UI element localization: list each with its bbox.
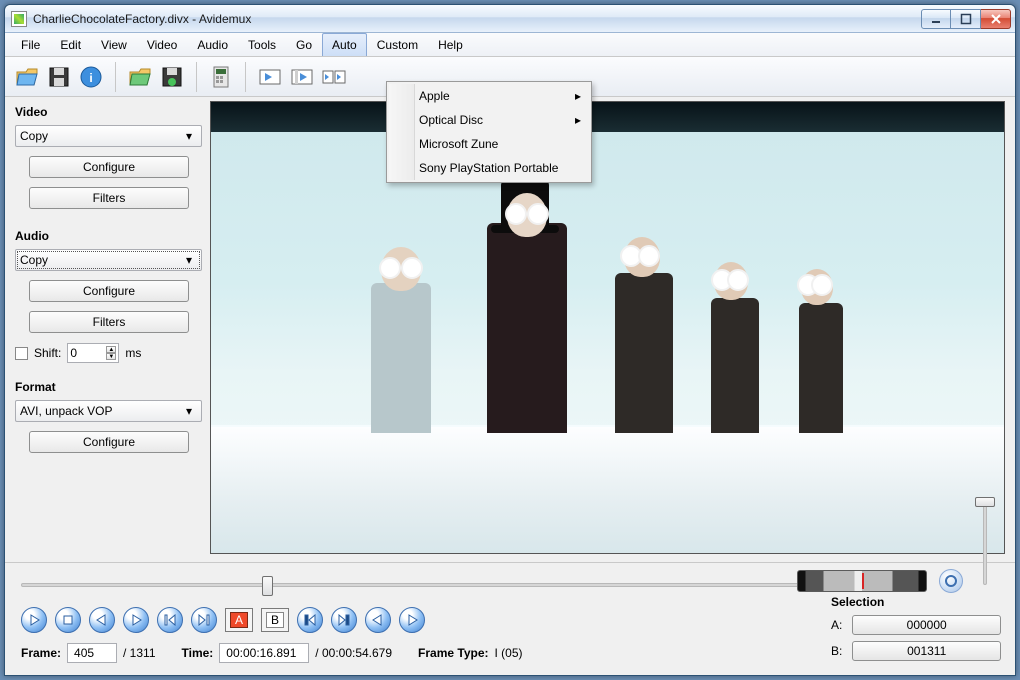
- chevron-down-icon: ▾: [181, 404, 197, 418]
- output-preview-icon[interactable]: [288, 63, 316, 91]
- seek-thumb[interactable]: [262, 576, 273, 596]
- dropdown-item-sony-playstation-portable[interactable]: Sony PlayStation Portable: [389, 156, 589, 180]
- next-keyframe-button[interactable]: [191, 607, 217, 633]
- video-codec-combo[interactable]: Copy ▾: [15, 125, 202, 147]
- stop-button[interactable]: [55, 607, 81, 633]
- save-icon[interactable]: [45, 63, 73, 91]
- input-preview-icon[interactable]: [256, 63, 284, 91]
- play-button[interactable]: [21, 607, 47, 633]
- menu-file[interactable]: File: [11, 33, 50, 56]
- open-icon[interactable]: [13, 63, 41, 91]
- jog-wheel[interactable]: [797, 570, 927, 592]
- time-total: / 00:00:54.679: [315, 646, 392, 660]
- video-preview[interactable]: [210, 101, 1005, 554]
- titlebar: CharlieChocolateFactory.divx - Avidemux: [5, 5, 1015, 33]
- menu-video[interactable]: Video: [137, 33, 187, 56]
- video-configure-button[interactable]: Configure: [29, 156, 189, 178]
- time-label: Time:: [182, 646, 214, 660]
- menu-tools[interactable]: Tools: [238, 33, 286, 56]
- prev-keyframe-button[interactable]: [157, 607, 183, 633]
- seek-slider[interactable]: [21, 583, 799, 587]
- video-codec-value: Copy: [20, 129, 48, 143]
- window-title: CharlieChocolateFactory.divx - Avidemux: [33, 12, 921, 26]
- selection-a-label: A:: [831, 618, 842, 632]
- goto-marker-a-button[interactable]: [297, 607, 323, 633]
- selection-b-button[interactable]: 001311: [852, 641, 1001, 661]
- selection-a-button[interactable]: 000000: [852, 615, 1001, 635]
- maximize-button[interactable]: [951, 9, 981, 29]
- frame-input[interactable]: 405: [67, 643, 117, 663]
- separate-preview-icon[interactable]: [320, 63, 348, 91]
- audio-configure-button[interactable]: Configure: [29, 280, 189, 302]
- selection-heading: Selection: [831, 595, 1001, 609]
- audio-codec-value: Copy: [20, 253, 48, 267]
- frametype-label: Frame Type:: [418, 646, 488, 660]
- app-window: CharlieChocolateFactory.divx - Avidemux …: [4, 4, 1016, 676]
- shift-checkbox[interactable]: [15, 347, 28, 360]
- app-icon: [11, 11, 27, 27]
- set-marker-b-button[interactable]: B: [261, 608, 289, 632]
- spin-up-icon[interactable]: ▲: [106, 346, 116, 353]
- menu-audio[interactable]: Audio: [187, 33, 238, 56]
- jog-reset-button[interactable]: [939, 569, 963, 593]
- chevron-right-icon: ▸: [575, 113, 581, 127]
- dropdown-item-apple[interactable]: Apple▸: [389, 84, 589, 108]
- menubar: FileEditViewVideoAudioToolsGoAutoCustomH…: [5, 33, 1015, 57]
- format-combo[interactable]: AVI, unpack VOP ▾: [15, 400, 202, 422]
- window-buttons: [921, 9, 1011, 29]
- set-marker-a-button[interactable]: A: [225, 608, 253, 632]
- menu-view[interactable]: View: [91, 33, 137, 56]
- menu-custom[interactable]: Custom: [367, 33, 428, 56]
- svg-text:i: i: [89, 71, 92, 85]
- toolbar-separator: [196, 62, 197, 92]
- info-icon[interactable]: i: [77, 63, 105, 91]
- append-open-icon[interactable]: [126, 63, 154, 91]
- menu-help[interactable]: Help: [428, 33, 473, 56]
- dropdown-item-microsoft-zune[interactable]: Microsoft Zune: [389, 132, 589, 156]
- toolbar-separator: [115, 62, 116, 92]
- chevron-right-icon: ▸: [575, 89, 581, 103]
- frame-total: / 1311: [123, 646, 155, 660]
- frame-label: Frame:: [21, 646, 61, 660]
- spin-down-icon[interactable]: ▼: [106, 353, 116, 360]
- audio-filters-button[interactable]: Filters: [29, 311, 189, 333]
- left-panel: Video Copy ▾ Configure Filters Audio Cop…: [5, 97, 210, 562]
- prev-black-frame-button[interactable]: [365, 607, 391, 633]
- volume-slider[interactable]: [977, 499, 993, 585]
- menu-go[interactable]: Go: [286, 33, 322, 56]
- shift-unit: ms: [125, 346, 141, 360]
- video-filters-button[interactable]: Filters: [29, 187, 189, 209]
- next-black-frame-button[interactable]: [399, 607, 425, 633]
- audio-codec-combo[interactable]: Copy ▾: [15, 249, 202, 271]
- toolbar: i Apple▸Optical Disc▸Microsoft ZuneSony …: [5, 57, 1015, 97]
- frametype-value: I (05): [495, 646, 523, 660]
- next-frame-button[interactable]: [123, 607, 149, 633]
- close-button[interactable]: [981, 9, 1011, 29]
- time-input[interactable]: 00:00:16.891: [219, 643, 309, 663]
- volume-thumb[interactable]: [975, 497, 995, 507]
- shift-label: Shift:: [34, 346, 61, 360]
- menu-auto[interactable]: Auto: [322, 33, 367, 56]
- prev-frame-button[interactable]: [89, 607, 115, 633]
- dropdown-item-optical-disc[interactable]: Optical Disc▸: [389, 108, 589, 132]
- selection-panel: Selection A: 000000 B: 001311: [831, 595, 1001, 661]
- auto-dropdown-menu: Apple▸Optical Disc▸Microsoft ZuneSony Pl…: [386, 81, 592, 183]
- save-video-icon[interactable]: [158, 63, 186, 91]
- format-section-heading: Format: [15, 380, 202, 394]
- goto-marker-b-button[interactable]: [331, 607, 357, 633]
- toolbar-separator: [245, 62, 246, 92]
- bottom-panel: A B Frame: 405 / 1311 Time: 00:00:16.891…: [5, 562, 1015, 675]
- chevron-down-icon: ▾: [181, 253, 197, 267]
- video-section-heading: Video: [15, 105, 202, 119]
- format-configure-button[interactable]: Configure: [29, 431, 189, 453]
- shift-spinbox[interactable]: 0 ▲▼: [67, 343, 119, 363]
- chevron-down-icon: ▾: [181, 129, 197, 143]
- menu-edit[interactable]: Edit: [50, 33, 91, 56]
- format-value: AVI, unpack VOP: [20, 404, 113, 418]
- audio-shift-row: Shift: 0 ▲▼ ms: [15, 343, 202, 363]
- selection-b-label: B:: [831, 644, 842, 658]
- audio-section-heading: Audio: [15, 229, 202, 243]
- minimize-button[interactable]: [921, 9, 951, 29]
- calculator-icon[interactable]: [207, 63, 235, 91]
